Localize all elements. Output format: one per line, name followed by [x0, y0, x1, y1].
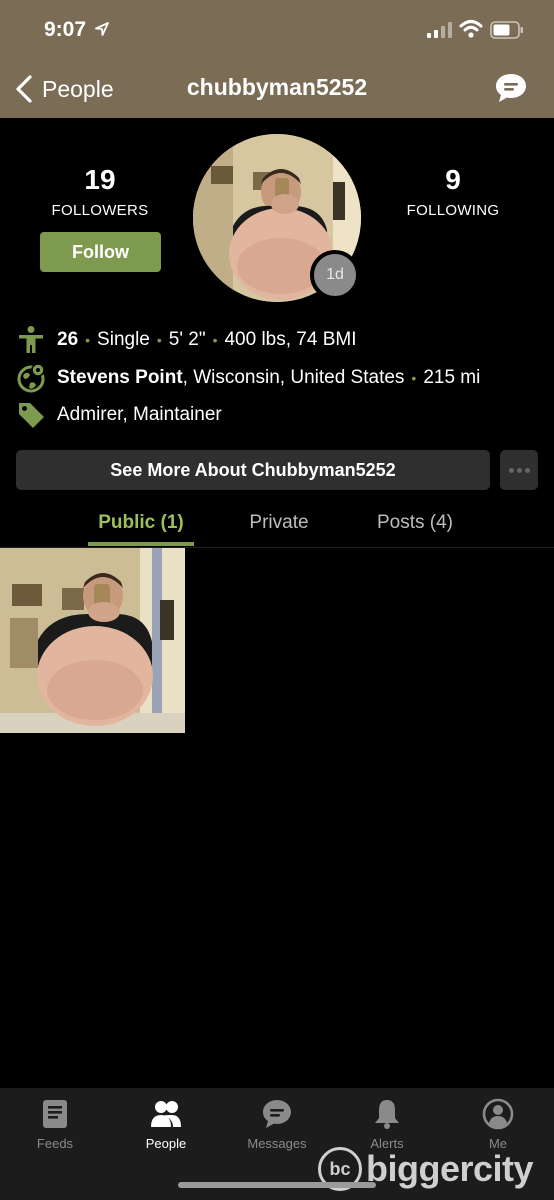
city-name: Stevens Point [57, 367, 183, 388]
tag-icon [19, 403, 44, 428]
bell-icon [375, 1100, 399, 1129]
content-tabs: Public (1) Private Posts (4) [0, 500, 554, 548]
nav-label-messages: Messages [247, 1136, 307, 1151]
nav-alerts[interactable]: Alerts [332, 1098, 442, 1151]
status-time: 9:07 [44, 18, 87, 41]
following-stat[interactable]: 9 FOLLOWING [368, 164, 538, 219]
dot-icon [508, 467, 514, 473]
top-bar: 9:07 People chubbyman5252 [0, 0, 554, 118]
tab-private[interactable]: Private [232, 512, 326, 534]
nav-people[interactable]: People [111, 1098, 221, 1151]
user-circle-icon [482, 1098, 514, 1130]
dot-icon [516, 467, 522, 473]
separator: • [156, 332, 162, 348]
page-title: chubbyman5252 [186, 74, 368, 100]
separator: • [411, 370, 417, 386]
feeds-icon [43, 1100, 67, 1128]
distance-value: 215 mi [423, 367, 481, 388]
photo-thumbnail[interactable] [0, 548, 185, 733]
height-value: 5' 2" [168, 329, 206, 350]
chat-bubble-icon[interactable] [494, 72, 528, 104]
person-icon [19, 326, 43, 353]
location-arrow-icon [95, 22, 109, 36]
stats-row: 26 • Single • 5' 2" • 400 lbs, 74 BMI [16, 324, 357, 356]
tab-posts[interactable]: Posts (4) [360, 512, 470, 534]
tags-value: Admirer, Maintainer [57, 404, 222, 425]
following-label: FOLLOWING [406, 202, 500, 219]
home-indicator[interactable] [178, 1182, 376, 1188]
dot-icon [524, 467, 530, 473]
followers-stat[interactable]: 19 FOLLOWERS [15, 164, 185, 219]
wifi-icon [459, 20, 483, 38]
weight-bmi-value: 400 lbs, 74 BMI [224, 329, 357, 350]
active-tab-indicator [88, 542, 194, 546]
status-bar: 9:07 [0, 0, 554, 60]
nav-feeds[interactable]: Feeds [0, 1098, 110, 1151]
age-value: 26 [57, 329, 79, 350]
nav-me[interactable]: Me [443, 1098, 553, 1151]
nav-label-people: People [145, 1136, 187, 1151]
region-name: , Wisconsin, United States [182, 367, 405, 388]
nav-label-feeds: Feeds [36, 1136, 74, 1151]
separator: • [212, 332, 218, 348]
separator: • [85, 332, 91, 348]
more-options-button[interactable] [500, 450, 538, 490]
watermark-text: biggercity [366, 1148, 534, 1189]
people-icon [151, 1101, 181, 1127]
last-active-badge: 1d [310, 250, 360, 300]
see-more-button[interactable]: See More About Chubbyman5252 [16, 450, 490, 490]
battery-icon [490, 21, 523, 39]
cellular-signal-icon [427, 22, 452, 38]
followers-count: 19 [84, 164, 116, 195]
gallery-photo [0, 548, 185, 733]
nav-messages[interactable]: Messages [222, 1098, 332, 1151]
tags-row: Admirer, Maintainer [16, 399, 222, 431]
following-count: 9 [445, 164, 461, 195]
relationship-status: Single [97, 329, 150, 350]
globe-location-icon [17, 363, 45, 393]
tab-public[interactable]: Public (1) [88, 512, 194, 534]
followers-label: FOLLOWERS [51, 202, 149, 219]
location-row: Stevens Point , Wisconsin, United States… [16, 362, 480, 394]
messages-icon [263, 1100, 291, 1128]
follow-button[interactable]: Follow [40, 232, 161, 272]
